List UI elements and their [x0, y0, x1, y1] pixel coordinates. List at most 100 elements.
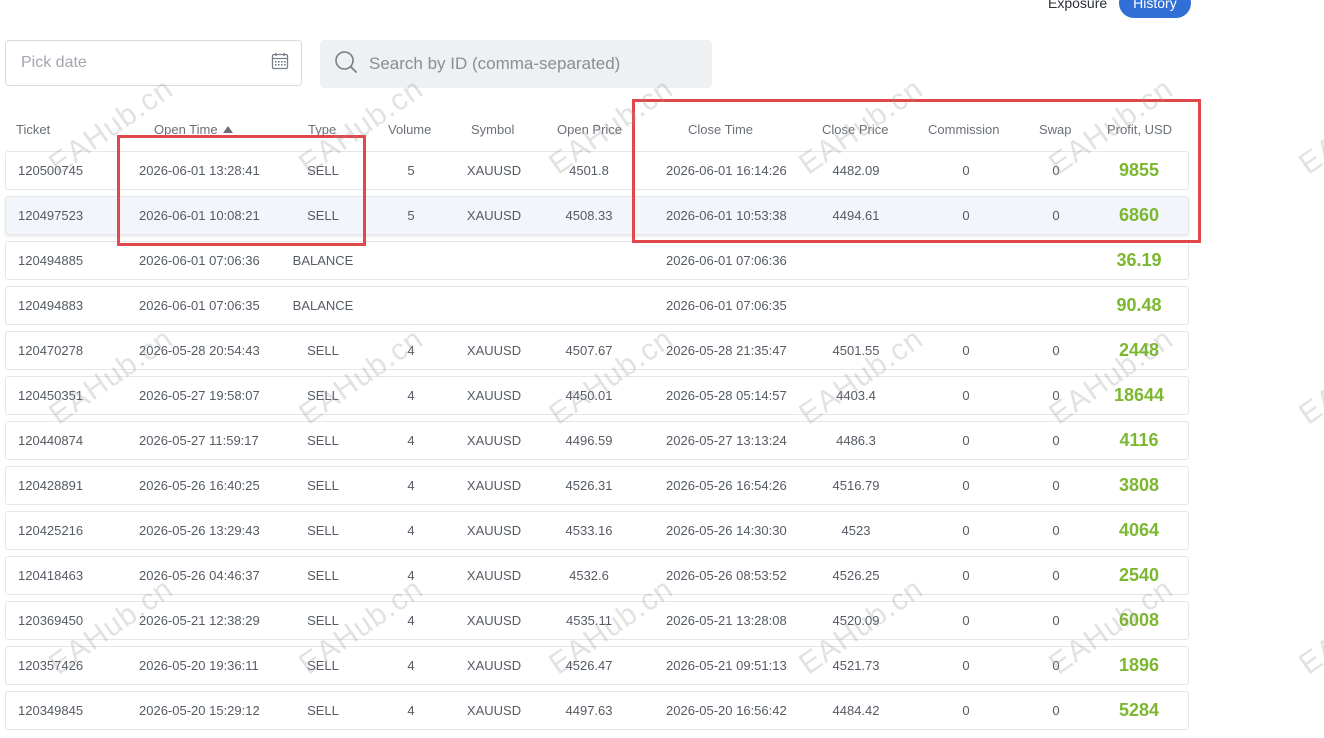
cell-swap: 0 [1052, 658, 1060, 673]
cell-swap: 0 [1052, 568, 1060, 583]
table-row[interactable]: 120470278 2026-05-28 20:54:43 SELL 4 XAUUSD 4… [5, 331, 1189, 370]
cell-volume: 5 [407, 208, 415, 223]
cell-open-price: 4535.11 [565, 613, 613, 628]
cell-type: BALANCE [292, 253, 354, 268]
watermark-text: EAHub.cn [1293, 72, 1324, 182]
cell-open-price: 4532.6 [569, 568, 609, 583]
cell-symbol: XAUUSD [466, 208, 522, 223]
cell-ticket: 120440874 [18, 433, 84, 448]
cell-swap: 0 [1052, 343, 1060, 358]
cell-commission: 0 [962, 343, 970, 358]
cell-volume: 4 [407, 388, 415, 403]
cell-open-price: 4533.16 [565, 523, 613, 538]
table-row[interactable]: 120500745 2026-06-01 13:28:41 SELL 5 XAUUSD 4… [5, 151, 1189, 190]
cell-close-price: 4520.09 [832, 613, 880, 628]
col-volume[interactable]: Volume [388, 122, 431, 137]
cell-swap: 0 [1052, 163, 1060, 178]
cell-commission: 0 [962, 658, 970, 673]
cell-profit: 9855 [1118, 160, 1160, 180]
cell-commission: 0 [962, 433, 970, 448]
table-row[interactable]: 120425216 2026-05-26 13:29:43 SELL 4 XAUUSD 4… [5, 511, 1189, 550]
cell-profit: 4064 [1118, 520, 1160, 540]
cell-open-price: 4507.67 [565, 343, 613, 358]
col-open-time[interactable]: Open Time [154, 122, 233, 137]
cell-open-time: 2026-05-20 19:36:11 [139, 658, 259, 673]
col-swap[interactable]: Swap [1039, 122, 1072, 137]
cell-type: SELL [307, 433, 339, 448]
search-input[interactable]: Search by ID (comma-separated) [320, 40, 712, 88]
cell-profit: 6008 [1118, 610, 1160, 630]
cell-profit: 2448 [1118, 340, 1160, 360]
col-open-price[interactable]: Open Price [557, 122, 622, 137]
col-symbol[interactable]: Symbol [471, 122, 514, 137]
cell-ticket: 120450351 [18, 388, 84, 403]
cell-ticket: 120428891 [18, 478, 84, 493]
cell-open-time: 2026-06-01 07:06:36 [139, 253, 260, 268]
cell-commission: 0 [962, 703, 970, 718]
table-row[interactable]: 120497523 2026-06-01 10:08:21 SELL 5 XAUUSD 4… [5, 196, 1189, 235]
cell-close-price: 4523 [841, 523, 871, 538]
col-type[interactable]: Type [308, 122, 336, 137]
tab-history[interactable]: History [1119, 0, 1191, 18]
cell-symbol: XAUUSD [466, 613, 522, 628]
col-close-price[interactable]: Close Price [822, 122, 888, 137]
cell-volume: 4 [407, 343, 415, 358]
cell-open-price: 4501.8 [569, 163, 609, 178]
cell-symbol: XAUUSD [466, 568, 522, 583]
cell-commission: 0 [962, 613, 970, 628]
cell-type: SELL [307, 523, 339, 538]
cell-symbol: XAUUSD [466, 658, 522, 673]
cell-swap: 0 [1052, 433, 1060, 448]
cell-commission: 0 [962, 163, 970, 178]
cell-close-price: 4486.3 [836, 433, 876, 448]
cell-close-time: 2026-05-20 16:56:42 [666, 703, 787, 718]
table-row[interactable]: 120494883 2026-06-01 07:06:35 BALANCE 2026-… [5, 286, 1189, 325]
cell-ticket: 120425216 [18, 523, 84, 538]
cell-symbol: XAUUSD [466, 163, 522, 178]
cell-profit: 1896 [1118, 655, 1160, 675]
cell-close-time: 2026-05-21 13:28:08 [666, 613, 787, 628]
cell-volume: 4 [407, 703, 415, 718]
cell-volume: 4 [407, 523, 415, 538]
cell-type: SELL [307, 343, 339, 358]
tab-exposure[interactable]: Exposure [1040, 0, 1115, 18]
cell-ticket: 120349845 [18, 703, 84, 718]
cell-ticket: 120470278 [18, 343, 84, 358]
table-row[interactable]: 120440874 2026-05-27 11:59:17 SELL 4 XAUUSD 4… [5, 421, 1189, 460]
cell-open-time: 2026-06-01 13:28:41 [139, 163, 260, 178]
cell-volume: 5 [407, 163, 415, 178]
table-row[interactable]: 120418463 2026-05-26 04:46:37 SELL 4 XAUUSD 4… [5, 556, 1189, 595]
cell-symbol: XAUUSD [466, 343, 522, 358]
cell-swap: 0 [1052, 613, 1060, 628]
table-row[interactable]: 120450351 2026-05-27 19:58:07 SELL 4 XAUUSD 4… [5, 376, 1189, 415]
cell-type: SELL [307, 613, 339, 628]
cell-ticket: 120500745 [18, 163, 84, 178]
cell-close-price: 4484.42 [832, 703, 880, 718]
cell-close-time: 2026-06-01 16:14:26 [666, 163, 787, 178]
cell-swap: 0 [1052, 703, 1060, 718]
search-placeholder: Search by ID (comma-separated) [369, 54, 621, 73]
table-row[interactable]: 120357426 2026-05-20 19:36:11 SELL 4 XAUUSD 4… [5, 646, 1189, 685]
watermark-text: EAHub.cn [1293, 572, 1324, 682]
cell-open-price: 4496.59 [565, 433, 613, 448]
date-picker[interactable]: Pick date [5, 40, 302, 86]
table-row[interactable]: 120349845 2026-05-20 15:29:12 SELL 4 XAUUSD 4… [5, 691, 1189, 730]
col-profit[interactable]: Profit, USD [1107, 122, 1172, 137]
col-close-time[interactable]: Close Time [688, 122, 753, 137]
cell-type: SELL [307, 703, 339, 718]
cell-close-time: 2026-05-26 16:54:26 [666, 478, 787, 493]
cell-volume: 4 [407, 478, 415, 493]
table-row[interactable]: 120428891 2026-05-26 16:40:25 SELL 4 XAUUSD 4… [5, 466, 1189, 505]
col-ticket[interactable]: Ticket [16, 122, 50, 137]
table-row[interactable]: 120369450 2026-05-21 12:38:29 SELL 4 XAUUSD 4… [5, 601, 1189, 640]
cell-close-time: 2026-05-21 09:51:13 [666, 658, 787, 673]
cell-volume: 4 [407, 568, 415, 583]
cell-close-time: 2026-05-27 13:13:24 [666, 433, 787, 448]
table-row[interactable]: 120494885 2026-06-01 07:06:36 BALANCE 2026-… [5, 241, 1189, 280]
sort-asc-icon [222, 126, 233, 133]
col-commission[interactable]: Commission [928, 122, 1000, 137]
cell-type: SELL [307, 658, 339, 673]
cell-ticket: 120357426 [18, 658, 84, 673]
calendar-icon[interactable] [271, 52, 289, 75]
cell-type: SELL [307, 478, 339, 493]
